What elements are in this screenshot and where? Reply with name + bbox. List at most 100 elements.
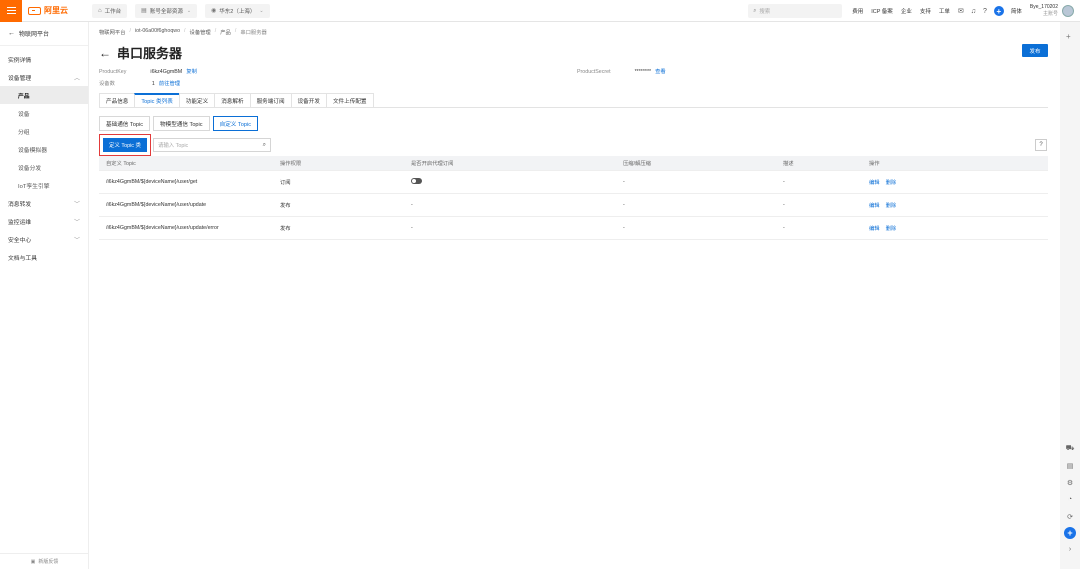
- edit-link[interactable]: 编辑: [869, 203, 880, 209]
- breadcrumb-item[interactable]: 产品: [220, 28, 231, 36]
- add-icon[interactable]: +: [1064, 527, 1076, 539]
- chat-icon[interactable]: ◔: [1068, 491, 1072, 508]
- sidebar-item-device-simulator[interactable]: 设备模拟器: [0, 140, 88, 158]
- edit-link[interactable]: 编辑: [869, 180, 880, 186]
- tab-device-development[interactable]: 设备开发: [290, 93, 326, 107]
- cart-icon[interactable]: ⛟: [1066, 440, 1075, 457]
- proxy-subscription-cell: -: [411, 202, 413, 208]
- subtab-basic-topic[interactable]: 基础通信 Topic: [99, 116, 150, 131]
- proxy-subscription-toggle[interactable]: [411, 178, 422, 184]
- delete-link[interactable]: 删除: [886, 203, 897, 209]
- tab-server-subscription[interactable]: 服务端订阅: [249, 93, 291, 107]
- add-widget-icon[interactable]: +: [1066, 32, 1071, 41]
- feedback-button[interactable]: ▣ 新版反馈: [0, 553, 89, 569]
- table-header: 自定义 Topic 操作权限 是否开启代理订阅 压缩/解压缩 描述 操作: [99, 156, 1048, 171]
- location-icon: ◉: [211, 8, 217, 14]
- bell-icon[interactable]: ♫: [971, 8, 976, 15]
- subtab-custom-topic[interactable]: 自定义 Topic: [212, 116, 258, 131]
- aliyun-logo[interactable]: 阿里云: [28, 5, 68, 16]
- compress-cell: -: [623, 179, 625, 185]
- link-icp[interactable]: ICP 备案: [871, 7, 893, 15]
- link-support[interactable]: 支持: [920, 7, 931, 15]
- breadcrumb-current: 串口服务器: [240, 30, 267, 36]
- breadcrumb-item[interactable]: iot-06a00f6ghoqwo: [135, 28, 180, 36]
- global-search-input[interactable]: ⌕ 搜索: [748, 4, 843, 18]
- description-cell: -: [783, 179, 785, 185]
- sidebar: ← 物联网平台 实例详情 设备管理 ︿ 产品 设备 分组 设备模拟器 设备分发 I…: [0, 22, 89, 569]
- sidebar-item-instance-details[interactable]: 实例详情: [0, 50, 88, 68]
- question-icon: ?: [1039, 142, 1043, 148]
- breadcrumb-item[interactable]: 物联网平台: [99, 28, 126, 36]
- link-enterprise[interactable]: 企业: [901, 7, 912, 15]
- tab-topic-list[interactable]: Topic 类列表: [134, 93, 179, 107]
- column-header: 是否开启代理订阅: [411, 161, 454, 167]
- compress-cell: -: [623, 202, 625, 208]
- go-manage-link[interactable]: 前往管理: [159, 81, 180, 87]
- tab-message-parsing[interactable]: 消息解析: [214, 93, 250, 107]
- permission-cell: 发布: [280, 203, 291, 209]
- sidebar-item-label: 设备模拟器: [18, 147, 47, 154]
- product-key-row: ProductKey i6kz4GgmBM 复制: [99, 67, 197, 75]
- breadcrumb-separator: /: [214, 28, 217, 34]
- sidebar-item-docs-tools[interactable]: 文档与工具: [0, 248, 88, 266]
- workbench-button[interactable]: ⌂ 工作台: [92, 3, 128, 18]
- delete-link[interactable]: 删除: [886, 180, 897, 186]
- settings-icon[interactable]: ⚙: [1067, 474, 1073, 491]
- user-info[interactable]: Bye_170202 主账号: [1030, 4, 1058, 18]
- sidebar-item-device-distribution[interactable]: 设备分发: [0, 158, 88, 176]
- table-row: /i6kz4GgmBM/${deviceName}/user/update 发布…: [99, 194, 1048, 217]
- tab-product-info[interactable]: 产品信息: [99, 93, 135, 107]
- search-icon[interactable]: ⌕: [263, 142, 266, 149]
- delete-link[interactable]: 删除: [886, 226, 897, 232]
- edit-link[interactable]: 编辑: [869, 226, 880, 232]
- product-secret-label: ProductSecret: [577, 69, 611, 75]
- sidebar-item-label: IoT孪生引擎: [18, 183, 50, 190]
- sidebar-item-message-forward[interactable]: 消息转发 ﹀: [0, 194, 88, 212]
- search-placeholder: 搜索: [759, 9, 771, 15]
- sidebar-item-devices[interactable]: 设备: [0, 104, 88, 122]
- help-button[interactable]: ?: [1035, 139, 1047, 151]
- add-icon[interactable]: +: [993, 6, 1004, 16]
- sidebar-item-security[interactable]: 安全中心 ﹀: [0, 230, 88, 248]
- subtab-tsl-topic[interactable]: 物模型通信 Topic: [153, 116, 210, 131]
- product-key-label: ProductKey: [99, 69, 127, 75]
- region-label: 华东2（上海）: [219, 8, 256, 15]
- sidebar-item-label: 产品: [18, 93, 30, 100]
- topic-subtabs: 基础通信 Topic 物模型通信 Topic 自定义 Topic: [99, 116, 261, 131]
- aliyun-logo-icon: [28, 6, 41, 15]
- tab-function-definition[interactable]: 功能定义: [178, 93, 215, 107]
- language-switch[interactable]: 简体: [1011, 7, 1022, 15]
- sidebar-item-label: 文档与工具: [8, 255, 37, 262]
- permission-cell: 订阅: [280, 180, 291, 186]
- help-icon[interactable]: ?: [983, 8, 987, 15]
- copy-link[interactable]: 复制: [186, 69, 197, 75]
- message-icon[interactable]: ✉: [958, 7, 964, 15]
- avatar[interactable]: [1062, 5, 1074, 17]
- view-secret-link[interactable]: 查看: [655, 69, 666, 75]
- link-tickets[interactable]: 工单: [939, 7, 950, 15]
- document-icon[interactable]: ▤: [1067, 457, 1074, 474]
- resource-group-select[interactable]: ▤ 账号全部资源 ⌄: [135, 3, 198, 18]
- sidebar-item-products[interactable]: 产品: [0, 86, 88, 104]
- sidebar-item-device-management[interactable]: 设备管理 ︿: [0, 68, 88, 86]
- tab-file-upload-config[interactable]: 文件上传配置: [325, 93, 374, 107]
- top-navigation-bar: 阿里云 ⌂ 工作台 ▤ 账号全部资源 ⌄ ◉ 华东2（上海） ⌄ ⌕ 搜索 费用…: [0, 0, 1080, 22]
- hamburger-menu-icon[interactable]: [0, 0, 22, 22]
- sidebar-item-iot-twin[interactable]: IoT孪生引擎: [0, 176, 88, 194]
- publish-button[interactable]: 发布: [1022, 44, 1048, 57]
- back-arrow-icon[interactable]: ←: [99, 46, 111, 60]
- link-fees[interactable]: 费用: [852, 7, 863, 15]
- layers-icon: ▤: [141, 8, 147, 14]
- region-select[interactable]: ◉ 华东2（上海） ⌄: [205, 3, 270, 18]
- sidebar-item-groups[interactable]: 分组: [0, 122, 88, 140]
- sidebar-back-platform[interactable]: ← 物联网平台: [0, 22, 88, 46]
- topic-search-input[interactable]: 请输入 Topic ⌕: [153, 138, 271, 152]
- sync-icon[interactable]: ⟳: [1067, 508, 1073, 525]
- home-icon: ⌂: [98, 7, 102, 14]
- sidebar-item-label: 消息转发: [8, 201, 32, 208]
- column-header: 压缩/解压缩: [623, 161, 651, 167]
- sidebar-item-monitoring[interactable]: 监控运维 ﹀: [0, 212, 88, 230]
- define-topic-class-button[interactable]: 定义 Topic 类: [103, 138, 147, 152]
- chevron-right-icon[interactable]: ›: [1069, 541, 1071, 558]
- breadcrumb-item[interactable]: 设备管理: [190, 28, 211, 36]
